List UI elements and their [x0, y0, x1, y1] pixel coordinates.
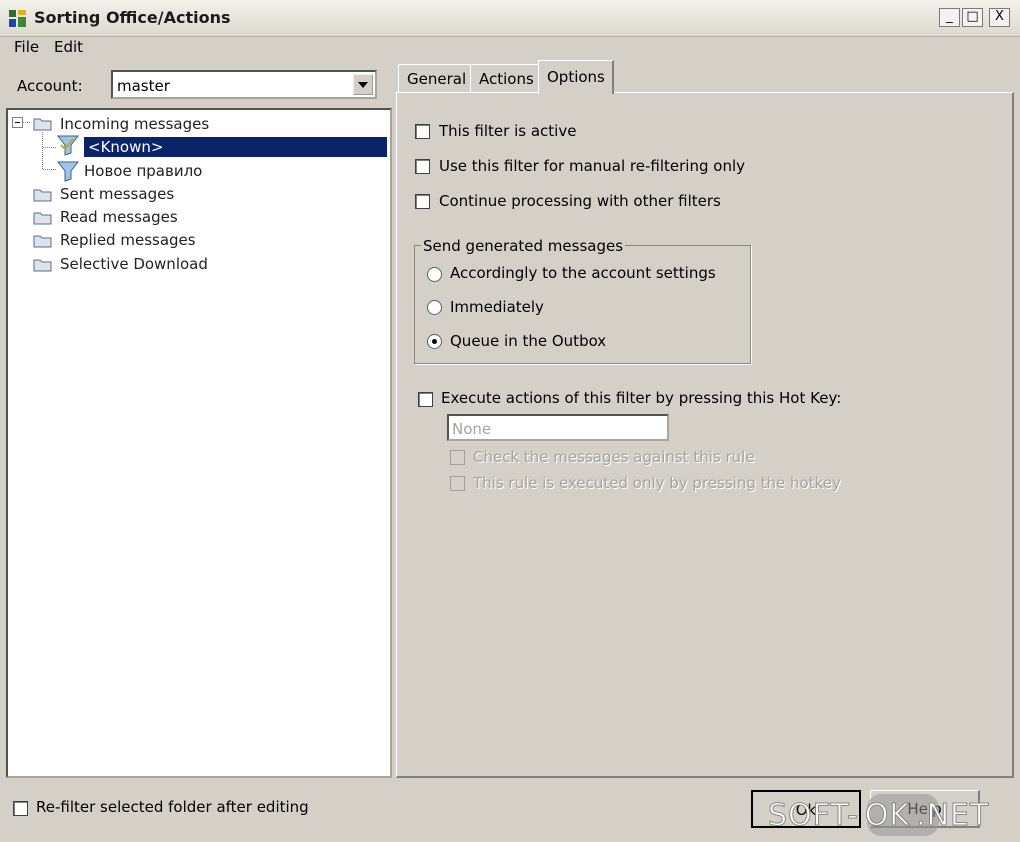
tab-options[interactable]: Options [538, 60, 614, 94]
chevron-down-icon [358, 82, 368, 88]
maximize-button[interactable]: □ [962, 8, 983, 27]
tree-item-replied[interactable]: Replied messages [60, 231, 196, 249]
tab-actions-label: Actions [479, 70, 534, 88]
hotkey-only-label: This rule is executed only by pressing t… [473, 474, 841, 492]
watermark-left: SOFT- [768, 798, 859, 834]
menu-file[interactable]: File [14, 38, 39, 56]
refilter-label: Re-filter selected folder after editing [36, 798, 309, 816]
filter-icon [56, 161, 80, 182]
account-dropdown-button[interactable] [353, 74, 373, 95]
tab-general[interactable]: General [398, 64, 476, 92]
watermark: SOFT- OK .NET [768, 798, 990, 834]
continue-processing-label: Continue processing with other filters [439, 192, 721, 210]
account-select[interactable]: master [111, 70, 377, 99]
continue-processing-checkbox[interactable] [415, 194, 430, 209]
manual-only-checkbox[interactable] [415, 159, 430, 174]
radio-account-settings[interactable] [427, 267, 442, 282]
app-icon [9, 10, 26, 27]
watermark-right: .NET [916, 798, 990, 834]
hotkey-label: Execute actions of this filter by pressi… [441, 389, 842, 407]
folder-icon [33, 189, 52, 202]
tree-item-incoming[interactable]: Incoming messages [60, 115, 209, 133]
refilter-checkbox[interactable] [13, 801, 28, 816]
hotkey-checkbox[interactable] [418, 392, 433, 407]
tree-item-known[interactable]: <Known> [88, 138, 163, 156]
menu-edit[interactable]: Edit [54, 38, 83, 56]
check-rule-label: Check the messages against this rule [473, 448, 755, 466]
tab-actions[interactable]: Actions [470, 64, 543, 92]
manual-only-label: Use this filter for manual re-filtering … [439, 157, 745, 175]
hotkey-value: None [452, 420, 492, 438]
tree-item-read[interactable]: Read messages [60, 208, 178, 226]
radio-account-settings-label: Accordingly to the account settings [450, 264, 716, 282]
radio-queue-outbox[interactable] [427, 334, 442, 349]
folder-icon [33, 259, 52, 272]
hotkey-input[interactable]: None [447, 414, 669, 441]
account-label: Account: [17, 77, 83, 95]
account-value: master [117, 77, 170, 95]
maximize-icon: □ [966, 9, 979, 24]
filter-active-label: This filter is active [439, 122, 577, 140]
check-rule-checkbox[interactable] [450, 450, 465, 465]
radio-immediately[interactable] [427, 300, 442, 315]
window-title: Sorting Office/Actions [34, 8, 231, 27]
folder-icon [33, 212, 52, 225]
filter-icon [56, 135, 80, 156]
close-button[interactable]: X [989, 8, 1010, 27]
tab-options-label: Options [547, 68, 605, 86]
folder-icon [33, 235, 52, 248]
send-generated-title: Send generated messages [421, 237, 626, 255]
radio-queue-outbox-label: Queue in the Outbox [450, 332, 607, 350]
tree-item-selective-download[interactable]: Selective Download [60, 255, 208, 273]
minimize-icon: _ [946, 9, 953, 24]
minimize-button[interactable]: _ [939, 8, 960, 27]
title-bar[interactable]: Sorting Office/Actions _ □ X [0, 0, 1020, 37]
tree-item-new-rule[interactable]: Новое правило [84, 162, 202, 180]
close-icon: X [995, 9, 1004, 24]
filter-active-checkbox[interactable] [415, 124, 430, 139]
watermark-middle: OK [864, 798, 911, 834]
tree-item-sent[interactable]: Sent messages [60, 185, 174, 203]
radio-selected-dot [432, 339, 437, 344]
hotkey-only-checkbox[interactable] [450, 476, 465, 491]
radio-immediately-label: Immediately [450, 298, 544, 316]
folder-open-icon [33, 118, 52, 131]
tab-general-label: General [407, 70, 467, 88]
folder-tree[interactable]: Incoming messages <Known> Новое правило … [6, 108, 392, 778]
